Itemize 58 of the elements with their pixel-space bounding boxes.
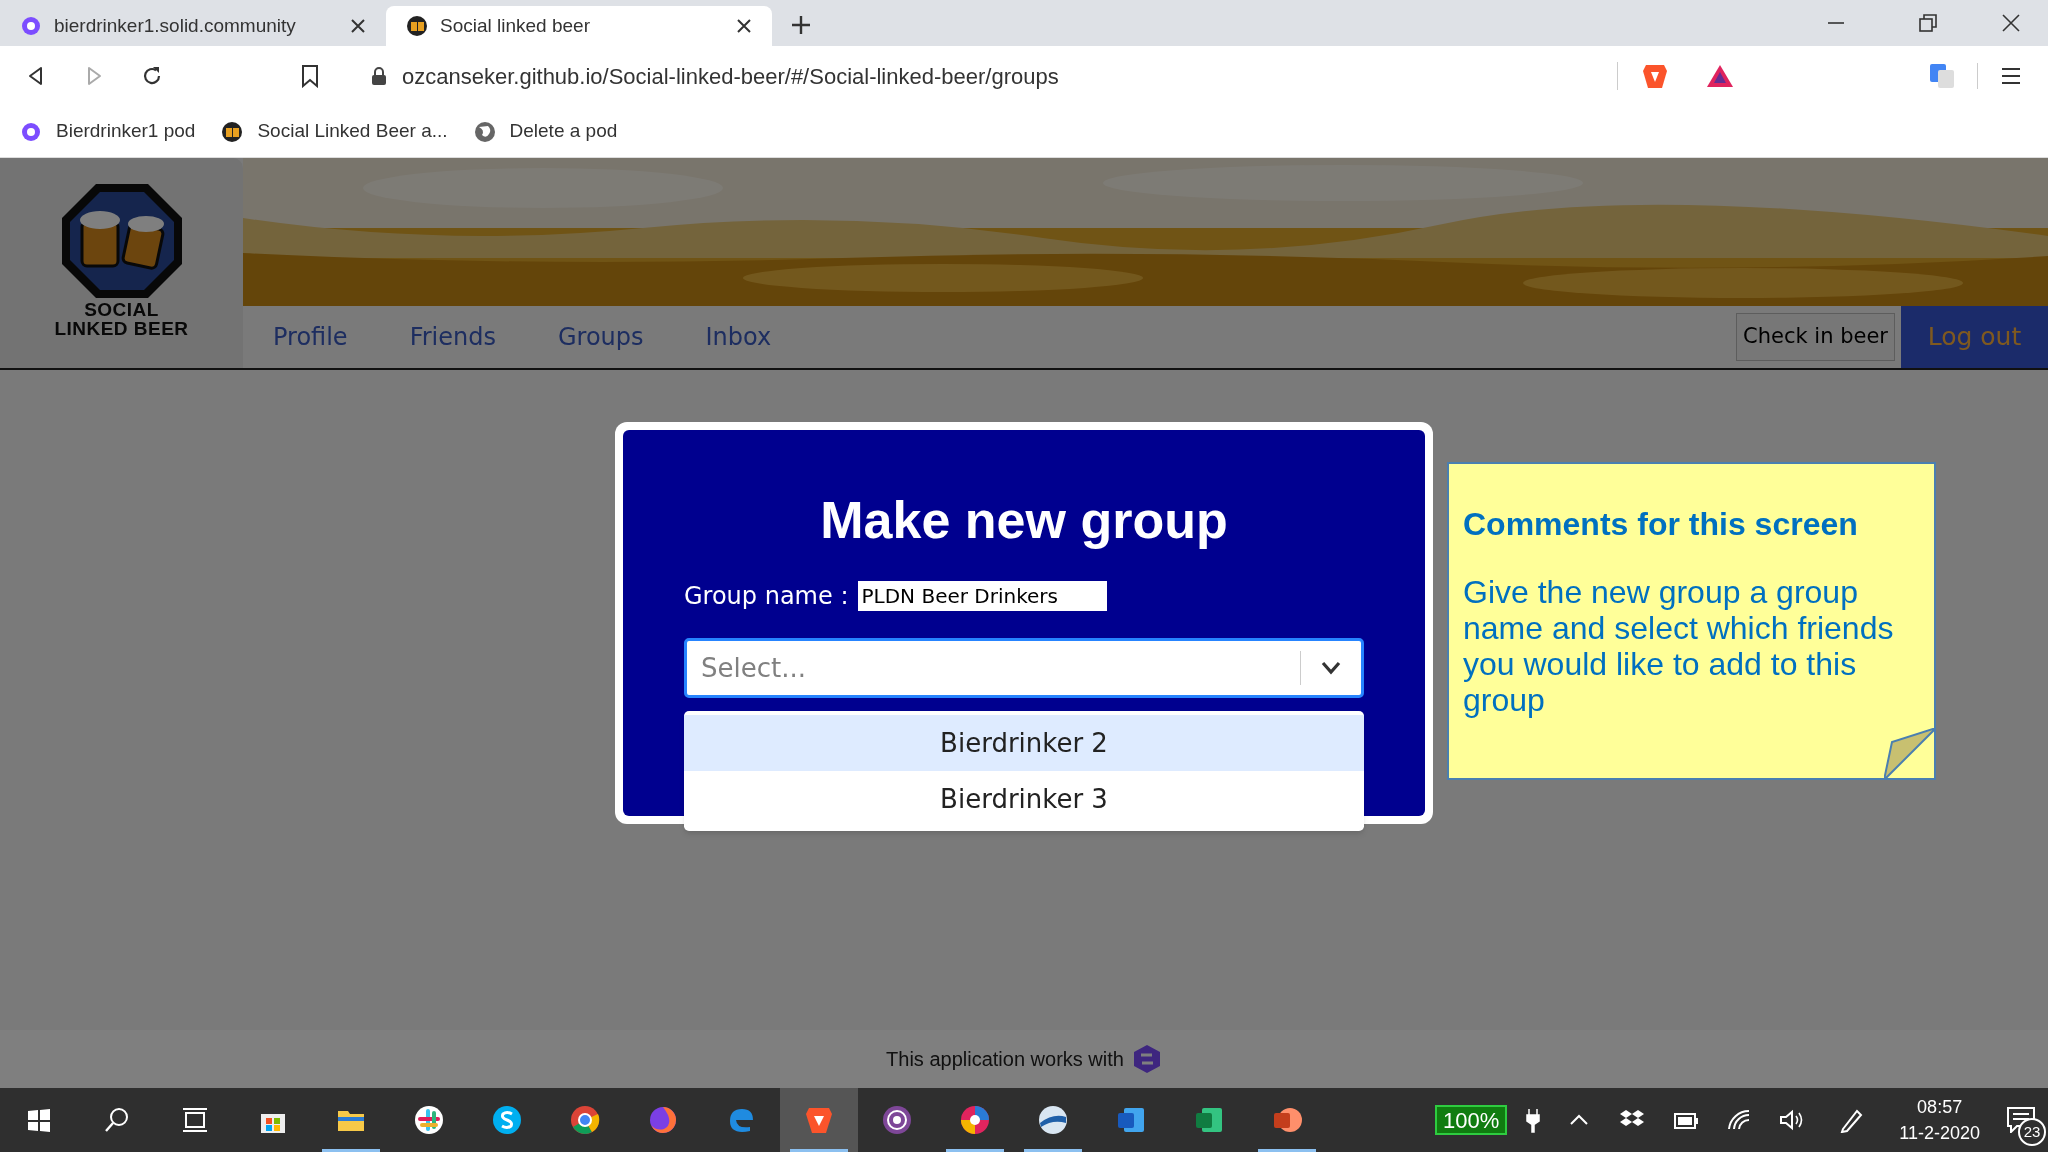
battery-indicator: 100%: [1435, 1105, 1508, 1135]
close-icon[interactable]: [736, 18, 752, 34]
beer-icon: [221, 120, 244, 143]
translate-icon[interactable]: [1929, 63, 1955, 89]
bookmark-icon[interactable]: [300, 64, 320, 88]
url-text: ozcanseker.github.io/Social-linked-beer/#/Social-linked-beer/groups: [402, 62, 1060, 91]
beer-icon: [406, 15, 428, 37]
taskbar-lion-button[interactable]: [780, 1088, 858, 1152]
beer-mugs-logo-icon: [59, 182, 184, 300]
dropdown-option[interactable]: Bierdrinker 3: [684, 771, 1364, 827]
fox-icon: [648, 1105, 678, 1135]
logo-text: LINKED BEER: [54, 319, 189, 338]
chevron-down-icon[interactable]: [1321, 661, 1341, 675]
footer-text: This application works with: [886, 1047, 1124, 1072]
battery-icon[interactable]: [1673, 1110, 1700, 1130]
notification-count: 23: [2018, 1118, 2046, 1146]
new-tab-icon[interactable]: [790, 14, 812, 36]
dropdown-option[interactable]: Bierdrinker 2: [684, 715, 1364, 771]
globe-icon: [1038, 1105, 1068, 1135]
check-in-button[interactable]: Check in beer: [1736, 313, 1895, 361]
close-icon[interactable]: [2002, 14, 2020, 32]
lion-icon: [804, 1105, 834, 1135]
hash-icon: [414, 1105, 444, 1135]
swirl-icon: [960, 1105, 990, 1135]
browser-tab[interactable]: Social linked beer: [386, 6, 772, 46]
plug-icon: [1525, 1107, 1542, 1133]
bookmark[interactable]: Social Linked Beer a...: [221, 117, 448, 146]
bookmark[interactable]: Delete a pod: [473, 117, 618, 146]
menu-icon[interactable]: [2000, 66, 2022, 86]
bookmark[interactable]: Bierdrinker1 pod: [20, 117, 196, 146]
lock-icon: [370, 66, 388, 86]
note-text: Give the new group a group name and select which friends you would like to add to this group: [1463, 574, 1895, 718]
logo-text: SOCIAL: [84, 300, 159, 319]
close-icon[interactable]: [350, 18, 366, 34]
wifi-icon[interactable]: [1727, 1109, 1752, 1131]
hexagon-logo-icon: [1131, 1044, 1162, 1074]
field-label: Group name :: [684, 581, 849, 612]
ring-icon: [20, 120, 42, 143]
globe-icon: [473, 120, 496, 143]
modal-title: Make new group: [820, 490, 1228, 550]
clock[interactable]: 08:57 11-2-2020: [1899, 1094, 1980, 1146]
restore-icon[interactable]: [1919, 14, 1937, 32]
select-dropdown[interactable]: Select...: [684, 638, 1364, 698]
browser-tab[interactable]: bierdrinker1.solid.community: [0, 6, 386, 46]
document-icon: [1116, 1105, 1146, 1135]
ring-icon: [20, 15, 42, 37]
lion-icon[interactable]: [1642, 62, 1668, 90]
task-view-icon: [180, 1105, 210, 1135]
notification-button[interactable]: 23: [1994, 1088, 2048, 1152]
group-name-field[interactable]: PLDN Beer Drinkers: [858, 581, 1108, 611]
triangle-icon[interactable]: [1706, 63, 1734, 89]
chevron-up-icon[interactable]: [1569, 1114, 1590, 1126]
presentation-icon: [1272, 1105, 1302, 1135]
chrome-icon: [570, 1105, 600, 1135]
onion-icon: [882, 1105, 912, 1135]
circle-s-icon: [492, 1105, 522, 1135]
spreadsheet-icon: [1194, 1105, 1224, 1135]
note-title: Comments for this screen: [1463, 505, 1859, 544]
